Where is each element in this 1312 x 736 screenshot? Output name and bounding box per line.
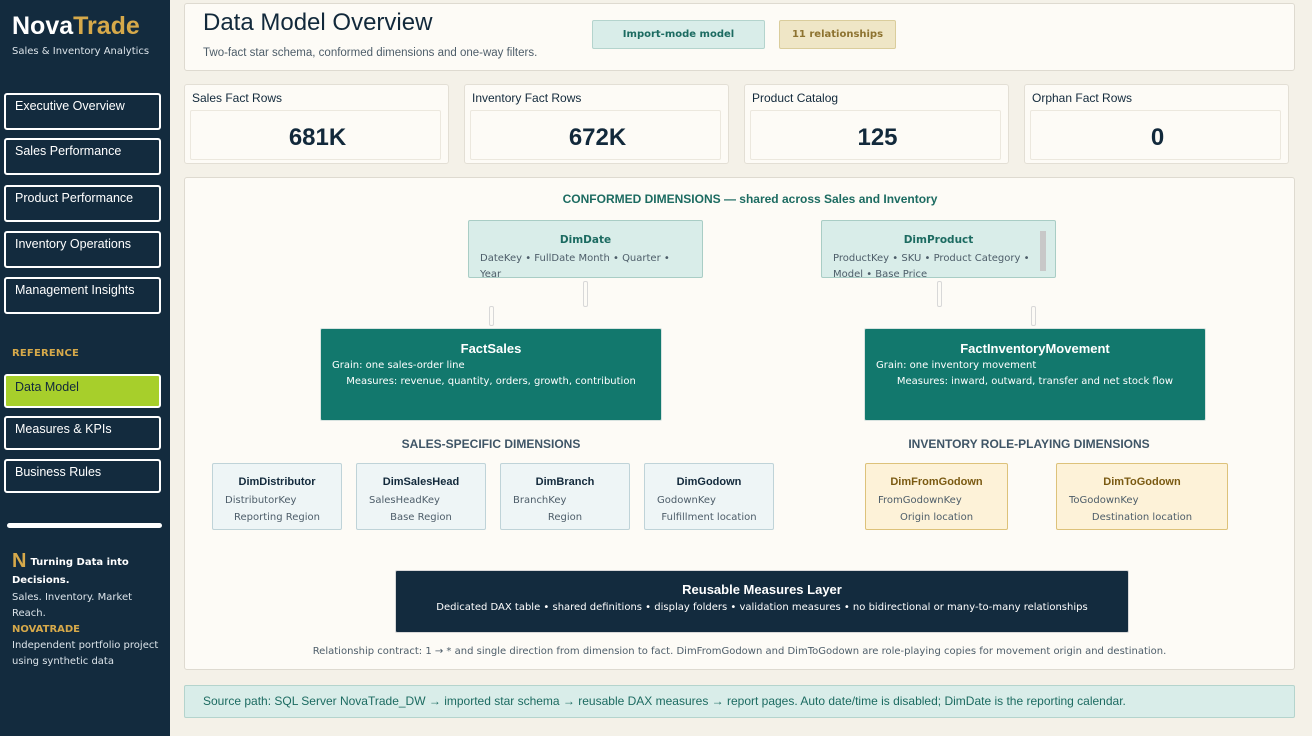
- nav-sales-performance[interactable]: Sales Performance: [4, 138, 161, 175]
- kpi-label: Sales Fact Rows: [192, 91, 283, 105]
- measures-layer-desc: Dedicated DAX table • shared definitions…: [436, 602, 1088, 613]
- dim-name: DimBranch: [535, 476, 595, 488]
- source-path-banner: Source path: SQL Server NovaTrade_DW → i…: [184, 685, 1295, 718]
- relationship-connector: [1031, 306, 1036, 326]
- footer-line-2: Independent portfolio project: [12, 640, 159, 651]
- kpi-value: 125: [857, 124, 898, 151]
- dim-product-card[interactable]: DimProduct ProductKey • SKU • Product Ca…: [821, 220, 1056, 278]
- footer-line-3: using synthetic data: [12, 656, 114, 667]
- inventory-dimensions-heading: INVENTORY ROLE-PLAYING DIMENSIONS: [908, 437, 1150, 451]
- dim-key: DistributorKey: [225, 495, 297, 506]
- dim-saleshead-card[interactable]: DimSalesHead SalesHeadKey Base Region: [356, 463, 486, 530]
- relationship-connector: [489, 306, 494, 326]
- n-logo-icon: N: [12, 550, 27, 572]
- footer-line-1: Sales. Inventory. Market Reach.: [12, 592, 133, 619]
- dim-role: Fulfillment location: [661, 512, 757, 523]
- fact-inventory-card[interactable]: FactInventoryMovement Grain: one invento…: [864, 328, 1206, 421]
- nav-management-insights[interactable]: Management Insights: [4, 277, 161, 314]
- dim-fromgodown-card[interactable]: DimFromGodown FromGodownKey Origin locat…: [865, 463, 1008, 530]
- kpi-value: 0: [1150, 124, 1165, 151]
- measures-layer-name: Reusable Measures Layer: [682, 582, 842, 597]
- source-path-text: Source path: SQL Server NovaTrade_DW → i…: [203, 694, 1126, 708]
- dim-togodown-card[interactable]: DimToGodown ToGodownKey Destination loca…: [1056, 463, 1228, 530]
- kpi-card-inventory-fact-rows: Inventory Fact Rows 672K: [464, 84, 729, 164]
- page-title: Data Model Overview: [203, 9, 433, 36]
- dim-role: Reporting Region: [233, 512, 321, 523]
- kpi-card-product-catalog: Product Catalog 125: [744, 84, 1009, 164]
- dim-role: Region: [547, 512, 583, 523]
- fact-sales-measures: Measures: revenue, quantity, orders, gro…: [346, 376, 636, 387]
- sidebar-footer: N Turning Data into Decisions. Sales. Inv…: [12, 550, 162, 670]
- dim-role: Destination location: [1091, 512, 1193, 523]
- footer-tagline: Turning Data into: [30, 557, 129, 568]
- scrollbar-thumb[interactable]: [1040, 231, 1046, 271]
- nav-product-performance[interactable]: Product Performance: [4, 185, 161, 222]
- dim-date-name: DimDate: [559, 234, 612, 246]
- conformed-dimensions-heading: CONFORMED DIMENSIONS — shared across Sal…: [562, 192, 938, 206]
- page-subtitle: Two-fact star schema, conformed dimensio…: [203, 47, 538, 59]
- dim-product-desc: ProductKey • SKU • Product Category • Mo…: [833, 253, 1030, 278]
- import-mode-badge: Import-mode model: [592, 20, 765, 49]
- dim-key: ToGodownKey: [1069, 495, 1139, 506]
- dim-key: BranchKey: [513, 495, 567, 506]
- dim-name: DimDistributor: [238, 476, 316, 488]
- dim-key: SalesHeadKey: [369, 495, 440, 506]
- dim-product-name: DimProduct: [903, 234, 974, 246]
- relationship-connector: [583, 281, 588, 307]
- kpi-label: Inventory Fact Rows: [472, 91, 582, 105]
- dim-godown-card[interactable]: DimGodown GodownKey Fulfillment location: [644, 463, 774, 530]
- sidebar: NovaTrade Sales & Inventory Analytics Ex…: [0, 0, 170, 736]
- fact-inventory-grain: Grain: one inventory movement: [876, 360, 1037, 371]
- dim-key: FromGodownKey: [878, 495, 962, 506]
- dim-date-desc: DateKey • FullDate Month • Quarter • Yea…: [480, 253, 670, 278]
- dim-name: DimFromGodown: [890, 476, 983, 488]
- footer-brand: NOVATRADE: [12, 624, 81, 635]
- nav-executive-overview[interactable]: Executive Overview: [4, 93, 161, 130]
- dim-date-card[interactable]: DimDate DateKey • FullDate Month • Quart…: [468, 220, 703, 278]
- reusable-measures-layer[interactable]: Reusable Measures Layer Dedicated DAX ta…: [395, 570, 1129, 633]
- kpi-label: Product Catalog: [752, 91, 839, 105]
- kpi-value: 681K: [288, 124, 347, 151]
- page-header: Data Model Overview Two-fact star schema…: [184, 3, 1295, 71]
- nav-measures-kpis[interactable]: Measures & KPIs: [4, 416, 161, 450]
- dim-name: DimToGodown: [1103, 476, 1181, 488]
- dim-branch-card[interactable]: DimBranch BranchKey Region: [500, 463, 630, 530]
- nav-data-model[interactable]: Data Model: [4, 374, 161, 408]
- dim-name: DimSalesHead: [382, 476, 460, 488]
- brand-logo: NovaTrade: [12, 12, 140, 40]
- dim-role: Origin location: [899, 512, 974, 523]
- kpi-label: Orphan Fact Rows: [1032, 91, 1133, 105]
- kpi-value: 672K: [568, 124, 627, 151]
- kpi-card-sales-fact-rows: Sales Fact Rows 681K: [184, 84, 449, 164]
- kpi-card-orphan-fact-rows: Orphan Fact Rows 0: [1024, 84, 1289, 164]
- sidebar-divider: [7, 523, 162, 528]
- fact-inventory-measures: Measures: inward, outward, transfer and …: [896, 376, 1174, 387]
- dim-distributor-card[interactable]: DimDistributor DistributorKey Reporting …: [212, 463, 342, 530]
- nav-business-rules[interactable]: Business Rules: [4, 459, 161, 493]
- footer-tagline-2: Decisions.: [12, 575, 70, 586]
- fact-sales-name: FactSales: [460, 341, 522, 356]
- dim-role: Base Region: [390, 512, 452, 523]
- brand-subtitle: Sales & Inventory Analytics: [12, 46, 150, 57]
- reference-section-label: REFERENCE: [12, 348, 80, 359]
- dim-name: DimGodown: [676, 476, 742, 488]
- relationship-connector: [937, 281, 942, 307]
- nav-inventory-operations[interactable]: Inventory Operations: [4, 231, 161, 268]
- fact-sales-card[interactable]: FactSales Grain: one sales-order line Me…: [320, 328, 662, 421]
- fact-inventory-name: FactInventoryMovement: [960, 341, 1110, 356]
- dim-key: GodownKey: [657, 495, 716, 506]
- relationship-contract-note: Relationship contract: 1 → * and single …: [312, 646, 1167, 657]
- sales-dimensions-heading: SALES-SPECIFIC DIMENSIONS: [401, 437, 581, 451]
- fact-sales-grain: Grain: one sales-order line: [332, 360, 465, 371]
- relationships-badge: 11 relationships: [779, 20, 896, 49]
